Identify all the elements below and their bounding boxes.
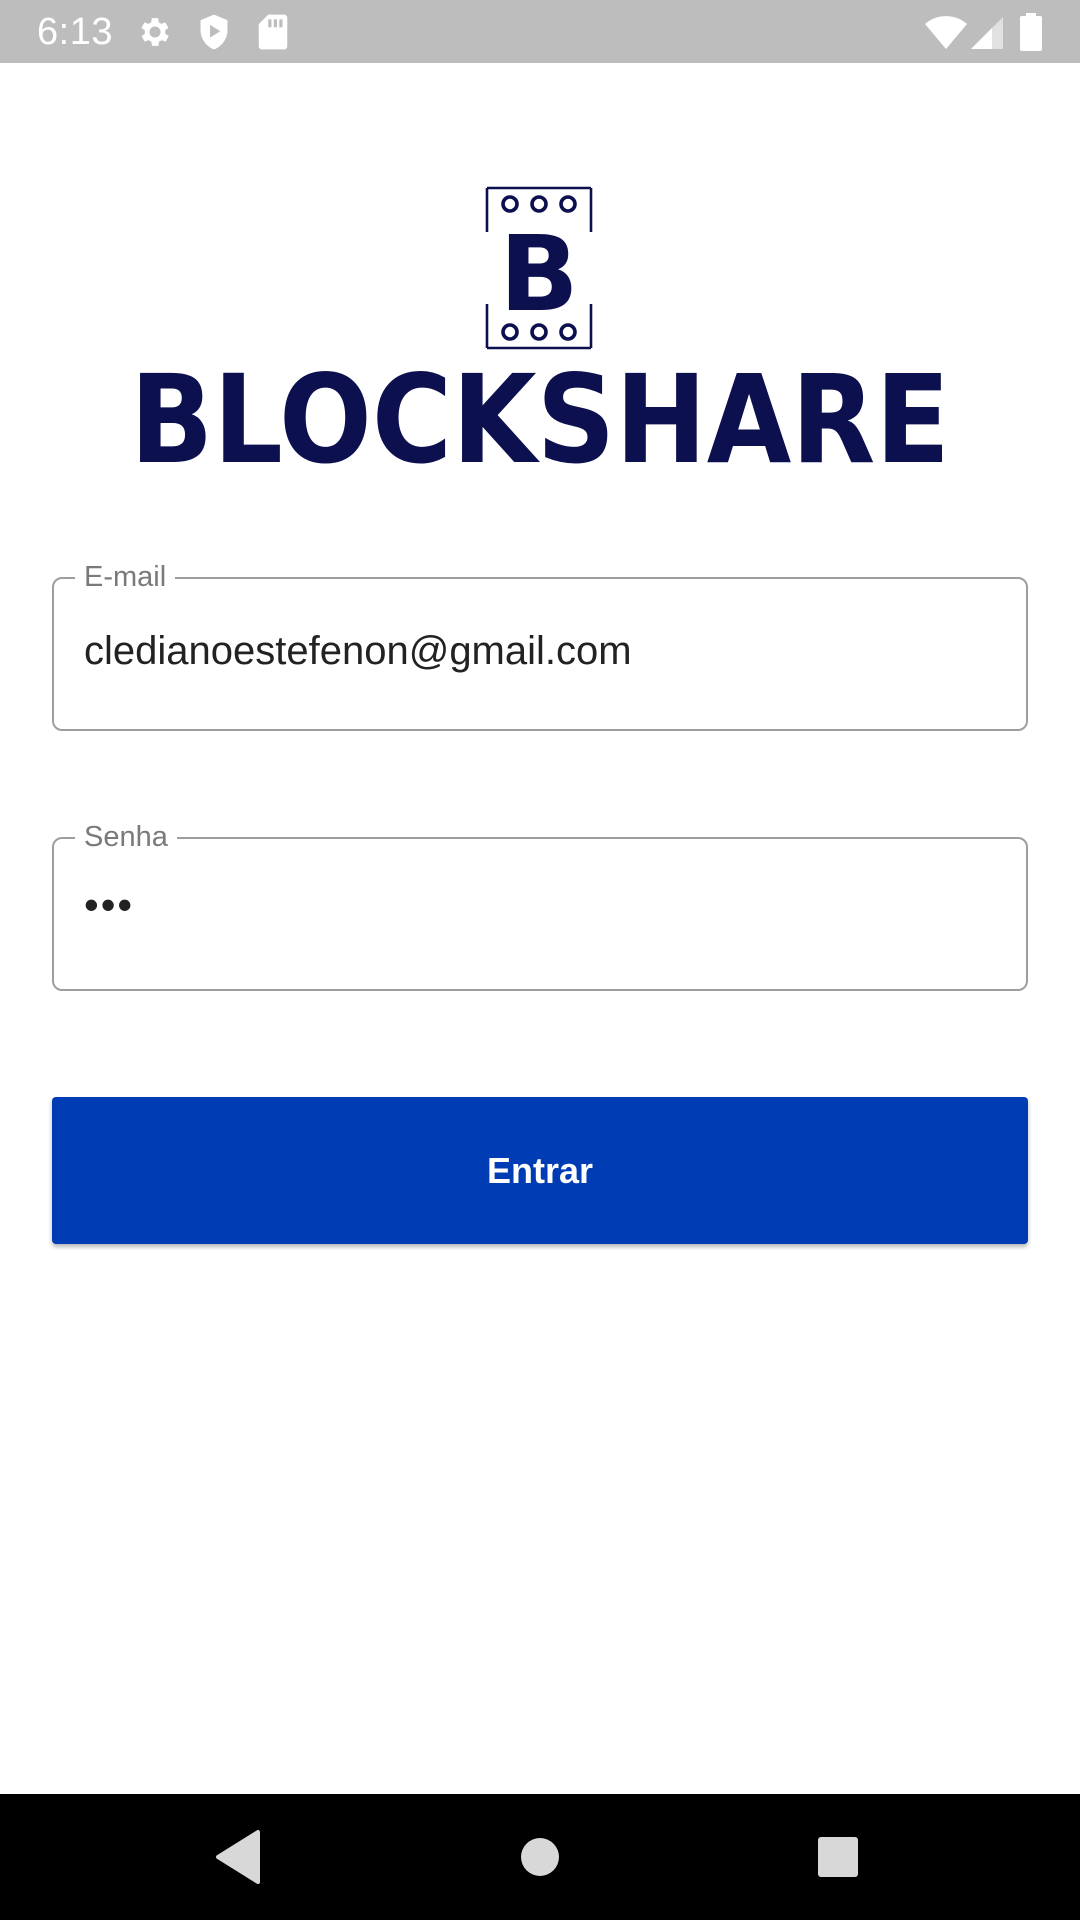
gear-icon: [141, 18, 169, 46]
shield-play-icon: [200, 14, 228, 50]
navigation-bar: [0, 1794, 1080, 1920]
logo-monogram: B: [485, 186, 593, 350]
cell-signal-icon: [971, 17, 1003, 49]
status-bar: 6:13: [0, 0, 1080, 63]
status-time: 6:13: [37, 11, 113, 53]
brand-name: BLOCKSHARE: [130, 362, 950, 472]
password-input[interactable]: [84, 879, 984, 931]
email-label: E-mail: [75, 557, 176, 597]
logo-wordmark: BLOCKSHARE: [130, 362, 950, 472]
login-button[interactable]: Entrar: [52, 1097, 1028, 1244]
password-label: Senha: [75, 817, 177, 857]
wifi-icon: [925, 16, 967, 49]
email-input[interactable]: [84, 625, 984, 677]
logo-monogram-letter: B: [499, 213, 578, 335]
battery-icon: [1020, 13, 1042, 51]
login-screen: 6:13 B BLOCKSHARE E-mail cledianoestefen…: [0, 0, 1080, 1920]
sd-card-icon: [258, 14, 288, 50]
recents-icon[interactable]: [805, 1824, 871, 1890]
password-field[interactable]: Senha: [52, 817, 1028, 991]
email-field[interactable]: E-mail: [52, 557, 1028, 731]
home-icon[interactable]: [507, 1824, 573, 1890]
back-icon[interactable]: [206, 1824, 272, 1890]
